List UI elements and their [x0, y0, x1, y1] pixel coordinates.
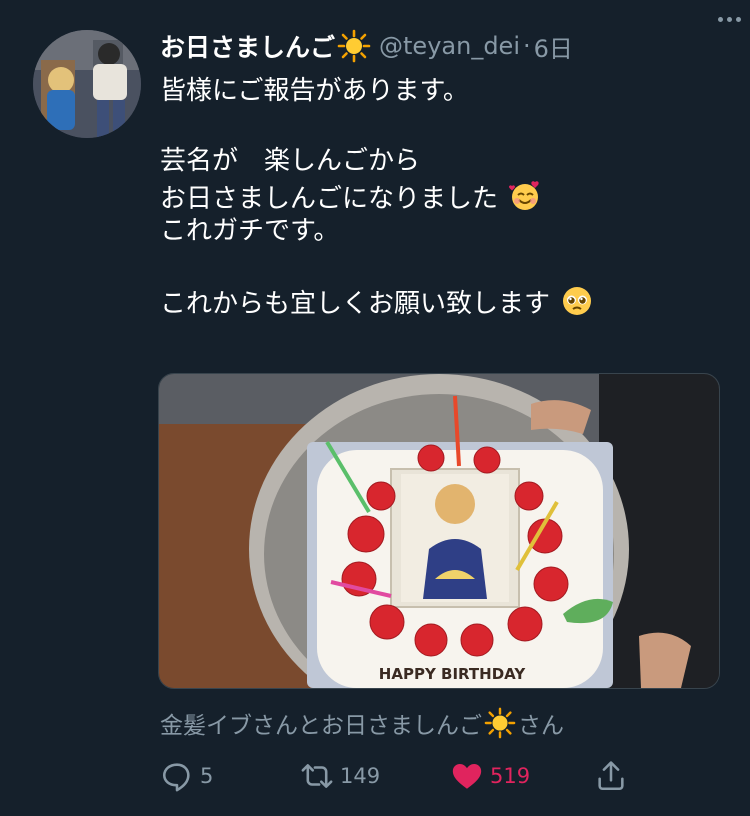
tweet-line: 皆様にご報告があります。 [160, 76, 469, 106]
avatar-photo [33, 30, 141, 138]
tweet-line-with-emoji: お日さましんごになりました [160, 179, 720, 214]
heart-icon [452, 763, 482, 789]
like-button[interactable]: 519 [450, 756, 530, 796]
retweet-button[interactable]: 149 [300, 756, 380, 796]
retweet-icon [301, 764, 333, 788]
pleading-face-icon [560, 284, 594, 318]
separator-dot: · [522, 32, 531, 60]
smiling-face-with-hearts-icon [508, 179, 542, 213]
tweet-line: 芸名が 楽しんごから [160, 146, 421, 176]
more-options-icon[interactable] [712, 4, 746, 34]
tweet-line: これガチです。 [160, 216, 340, 246]
tweet-line-text: これからも宜しくお願い致します [160, 289, 551, 319]
reply-count: 5 [200, 764, 214, 788]
reply-button[interactable]: 5 [160, 756, 213, 796]
social-context-suffix: さん [518, 713, 564, 739]
tweet-media-image[interactable]: HAPPY BIRTHDAY [158, 373, 720, 689]
birthday-cake-photo: HAPPY BIRTHDAY [159, 374, 719, 688]
tweet-actions: 5 149 519 [160, 756, 630, 796]
share-icon [598, 761, 624, 791]
social-context[interactable]: 金髪イブさんとお日さましんご さん [160, 706, 564, 740]
tweet-line-text: お日さましんごになりました [160, 184, 499, 214]
share-button[interactable] [594, 756, 634, 796]
sun-emoji-icon [484, 707, 516, 739]
tweet-text: 皆様にご報告があります。 芸名が 楽しんごから お日さましんごになりました これ… [160, 74, 720, 319]
user-handle[interactable]: @teyan_dei [379, 32, 520, 60]
avatar[interactable] [33, 30, 141, 138]
sun-emoji-icon [337, 29, 371, 63]
tweet-header: お日さましんご @teyan_dei · 6日 [160, 26, 720, 66]
display-name[interactable]: お日さましんご [160, 28, 335, 64]
cake-text: HAPPY BIRTHDAY [379, 665, 527, 683]
like-count: 519 [490, 764, 531, 788]
retweet-count: 149 [340, 764, 381, 788]
tweet-line-with-emoji: これからも宜しくお願い致します [160, 284, 720, 319]
reply-icon [162, 763, 190, 792]
social-context-text: 金髪イブさんとお日さましんご [160, 713, 482, 739]
tweet-timestamp[interactable]: 6日 [534, 29, 573, 64]
